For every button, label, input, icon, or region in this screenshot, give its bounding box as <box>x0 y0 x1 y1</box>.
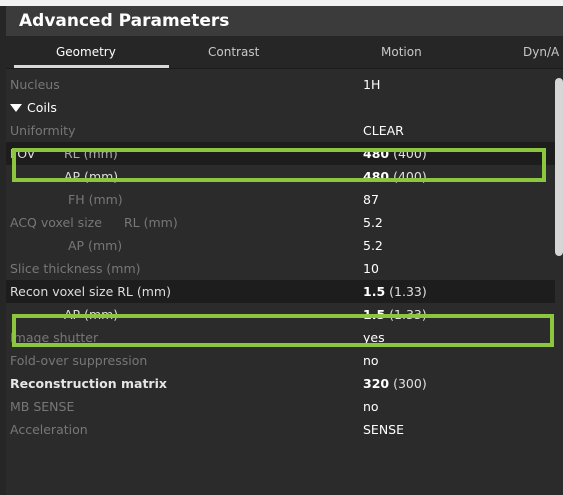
param-value: 320 (300) <box>363 372 427 395</box>
param-label: FH (mm) <box>68 192 123 207</box>
param-label: AP (mm) <box>68 238 123 253</box>
param-label: AP (mm) <box>64 307 119 322</box>
param-value: 480 (400) <box>363 165 427 188</box>
param-row-recon-rl[interactable]: Recon voxel size RL (mm) 1.5 (1.33) <box>6 280 563 303</box>
param-label: Reconstruction matrix <box>10 376 167 391</box>
value-secondary: (300) <box>393 376 427 391</box>
tab-bar: Geometry Contrast Motion Dyn/A <box>6 36 563 69</box>
tab-motion[interactable]: Motion <box>381 36 422 68</box>
value-secondary: (400) <box>393 169 427 184</box>
param-row-mb-sense[interactable]: MB SENSE no <box>6 395 563 418</box>
param-sublabel: RL (mm) <box>64 146 118 161</box>
param-label: Acceleration <box>10 422 88 437</box>
param-value: 87 <box>363 192 379 207</box>
active-tab-indicator <box>14 65 169 68</box>
param-value: 1H <box>363 77 381 92</box>
value-secondary: (1.33) <box>389 284 427 299</box>
param-row-acq-ap[interactable]: AP (mm) 5.2 <box>6 234 563 257</box>
tab-contrast[interactable]: Contrast <box>208 36 259 68</box>
value-main: 480 <box>363 146 390 161</box>
value-secondary: (400) <box>393 146 427 161</box>
panel-title: Advanced Parameters <box>6 6 563 36</box>
param-label: Coils <box>27 100 57 115</box>
param-label: MB SENSE <box>10 399 75 414</box>
coils-group-header: Coils <box>10 96 57 119</box>
param-value: 1.5 (1.33) <box>363 303 427 326</box>
param-row-recon-matrix[interactable]: Reconstruction matrix 320 (300) <box>6 372 563 395</box>
value-main: 1.5 <box>363 284 386 299</box>
param-row-image-shutter[interactable]: Image shutter yes <box>6 326 563 349</box>
param-label: Image shutter <box>10 330 99 345</box>
param-row-fov-ap[interactable]: AP (mm) 480 (400) <box>6 165 563 188</box>
param-label: FOV <box>10 146 36 161</box>
tab-geometry[interactable]: Geometry <box>56 36 116 68</box>
param-label: Uniformity <box>10 123 76 138</box>
param-row-uniformity[interactable]: Uniformity CLEAR <box>6 119 563 142</box>
param-value: 5.2 <box>363 238 383 253</box>
param-value: CLEAR <box>363 123 404 138</box>
param-label: Slice thickness (mm) <box>10 261 141 276</box>
advanced-parameters-panel: Advanced Parameters Geometry Contrast Mo… <box>6 6 563 495</box>
param-row-fov-fh[interactable]: FH (mm) 87 <box>6 188 563 211</box>
value-main: 480 <box>363 169 390 184</box>
param-label: Recon voxel size RL (mm) <box>10 284 171 299</box>
param-label: AP (mm) <box>64 169 119 184</box>
value-secondary: (1.33) <box>389 307 427 322</box>
param-value: no <box>363 353 379 368</box>
triangle-down-icon <box>10 104 22 112</box>
param-label: ACQ voxel size <box>10 215 102 230</box>
param-row-fold-over[interactable]: Fold-over suppression no <box>6 349 563 372</box>
value-main: 320 <box>363 376 390 391</box>
param-row-nucleus[interactable]: Nucleus 1H <box>6 73 563 96</box>
scrollbar-thumb[interactable] <box>555 78 563 256</box>
param-label: Nucleus <box>10 77 60 92</box>
param-row-fov-rl[interactable]: FOV RL (mm) 480 (400) <box>6 142 563 165</box>
tab-dyn[interactable]: Dyn/A <box>523 36 559 68</box>
param-value: 5.2 <box>363 215 383 230</box>
param-row-slice-thickness[interactable]: Slice thickness (mm) 10 <box>6 257 563 280</box>
param-row-recon-ap[interactable]: AP (mm) 1.5 (1.33) <box>6 303 563 326</box>
value-main: 1.5 <box>363 307 386 322</box>
param-value: 10 <box>363 261 379 276</box>
param-row-acceleration[interactable]: Acceleration SENSE <box>6 418 563 441</box>
param-value: yes <box>363 330 385 345</box>
param-sublabel: RL (mm) <box>124 215 178 230</box>
param-row-acq-rl[interactable]: ACQ voxel size RL (mm) 5.2 <box>6 211 563 234</box>
param-value: 480 (400) <box>363 142 427 165</box>
param-label: Fold-over suppression <box>10 353 148 368</box>
param-value: SENSE <box>363 422 405 437</box>
param-value: no <box>363 399 379 414</box>
param-value: 1.5 (1.33) <box>363 280 427 303</box>
param-group-coils[interactable]: Coils <box>6 96 563 119</box>
